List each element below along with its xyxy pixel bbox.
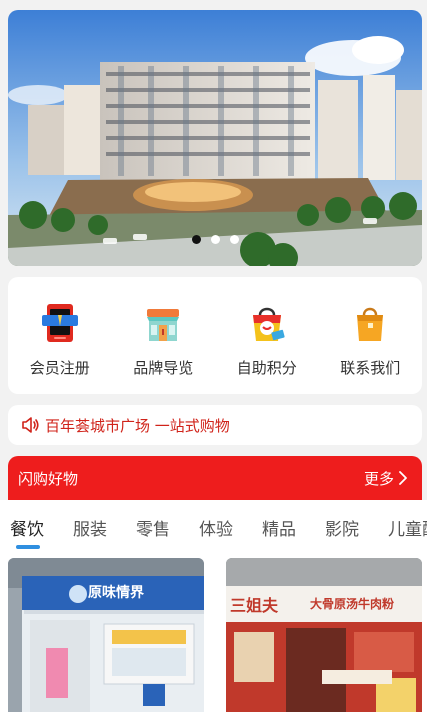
tab-dining[interactable]: 餐饮: [10, 515, 44, 540]
tab-boutique[interactable]: 精品: [262, 515, 296, 540]
carousel-dot[interactable]: [210, 235, 220, 244]
chevron-right-icon: [399, 471, 407, 485]
active-tab-indicator: [16, 545, 40, 549]
product-list: 原味情界 三姐夫 大骨原汤牛肉粉: [0, 552, 427, 712]
shop-sign: 原味情界: [88, 585, 144, 601]
product-card[interactable]: 三姐夫 大骨原汤牛肉粉: [226, 558, 422, 712]
quick-item-brand-guide[interactable]: 品牌导览: [112, 277, 216, 394]
flash-sale-header: 闪购好物 更多: [8, 456, 422, 500]
quick-item-self-points[interactable]: 自助积分: [215, 277, 319, 394]
banner-image: [8, 10, 422, 266]
notice-bar[interactable]: 百年荟城市广场 一站式购物: [8, 405, 422, 445]
quick-item-label: 会员注册: [29, 359, 90, 377]
shop-sign-left: 三姐夫: [230, 596, 279, 615]
shop-sign-right: 大骨原汤牛肉粉: [310, 597, 395, 611]
product-image: [226, 558, 422, 712]
member-card-icon: [41, 304, 78, 342]
speaker-icon: [22, 417, 39, 433]
quick-item-member-register[interactable]: 会员注册: [8, 277, 112, 394]
shopping-bag-icon: [252, 307, 285, 341]
banner-carousel[interactable]: [8, 10, 422, 266]
notice-text: 百年荟城市广场 一站式购物: [45, 416, 230, 435]
flash-sale-title: 闪购好物: [18, 469, 79, 488]
quick-item-label: 自助积分: [236, 359, 297, 377]
quick-menu: 会员注册 品牌导览 自助积分 联系我们: [8, 277, 422, 394]
carousel-dot[interactable]: [191, 235, 201, 244]
carousel-indicators: [8, 235, 422, 244]
storefront-icon: [147, 309, 180, 341]
category-tabs: 餐饮 服装 零售 体验 精品 影院 儿童配套: [0, 500, 427, 552]
quick-item-label: 品牌导览: [133, 359, 194, 377]
more-label: 更多: [363, 469, 394, 488]
tab-retail[interactable]: 零售: [136, 515, 170, 540]
quick-item-contact-us[interactable]: 联系我们: [319, 277, 423, 394]
tab-cinema[interactable]: 影院: [325, 515, 359, 540]
more-link[interactable]: 更多: [364, 468, 408, 489]
tab-experience[interactable]: 体验: [199, 515, 233, 540]
tab-kids[interactable]: 儿童配套: [388, 515, 427, 540]
gift-bag-icon: [357, 307, 384, 341]
tab-clothing[interactable]: 服装: [73, 515, 107, 540]
quick-item-label: 联系我们: [340, 359, 401, 377]
carousel-dot[interactable]: [229, 235, 239, 244]
product-card[interactable]: 原味情界: [8, 558, 204, 712]
